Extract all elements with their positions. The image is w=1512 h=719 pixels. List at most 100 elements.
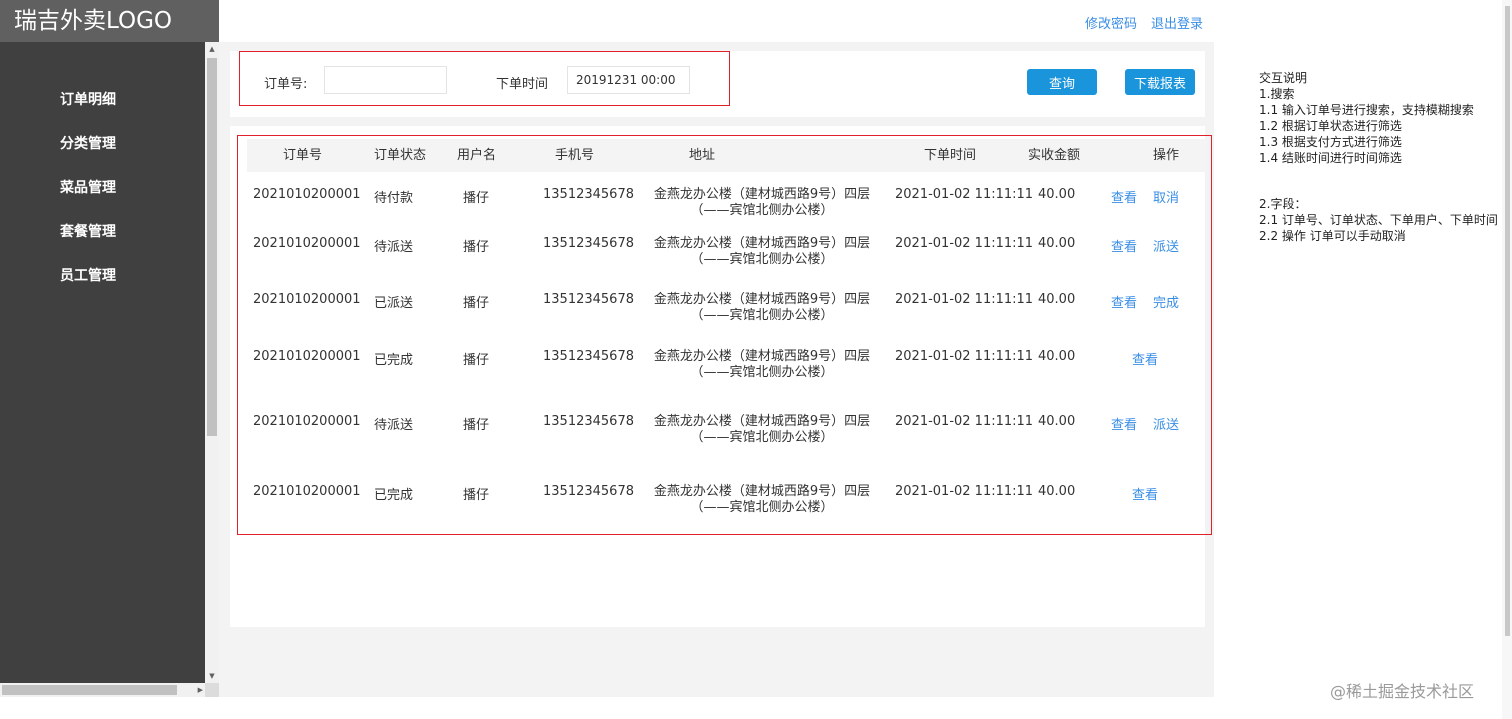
sidebar-nav: 订单明细 分类管理 菜品管理 套餐管理 员工管理 xyxy=(0,78,205,298)
note-line: 2.1 订单号、订单状态、下单用户、下单时间 xyxy=(1259,213,1498,227)
query-button[interactable]: 查询 xyxy=(1027,69,1097,95)
order-no-cell: 2021010200001 xyxy=(253,484,361,499)
address-cell: 金燕龙办公楼（建材城西路9号）四层 （——宾馆北侧办公楼） xyxy=(647,414,877,446)
dispatch-link[interactable]: 派送 xyxy=(1153,236,1179,255)
header: 修改密码 退出登录 xyxy=(219,0,1214,42)
phone-cell: 13512345678 xyxy=(543,187,634,202)
status-cell: 已完成 xyxy=(374,353,414,368)
order-no-cell: 2021010200001 xyxy=(253,414,361,429)
view-link[interactable]: 查看 xyxy=(1132,484,1158,503)
app-logo: 瑞吉外卖LOGO xyxy=(0,0,219,42)
main-content: 订单号: 下单时间 查询 下载报表 订单号 订单状态 用户名 手机号 地址 下单… xyxy=(219,42,1214,697)
column-header: 用户名 xyxy=(457,148,497,163)
order-table-panel: 订单号 订单状态 用户名 手机号 地址 下单时间 实收金额 操作 2021010… xyxy=(230,126,1212,627)
view-link[interactable]: 查看 xyxy=(1111,187,1137,206)
order-no-cell: 2021010200001 xyxy=(253,236,361,251)
user-cell: 播仔 xyxy=(463,191,490,206)
amount-cell: 40.00 xyxy=(1038,236,1076,251)
address-line: （——宾馆北侧办公楼） xyxy=(690,430,834,445)
download-report-button[interactable]: 下载报表 xyxy=(1125,69,1195,95)
status-cell: 待派送 xyxy=(374,240,414,255)
address-line: 金燕龙办公楼（建材城西路9号）四层 xyxy=(653,187,871,202)
sidebar-item-order-detail[interactable]: 订单明细 xyxy=(0,78,205,122)
user-cell: 播仔 xyxy=(463,296,490,311)
column-header: 订单状态 xyxy=(374,148,427,163)
address-line: 金燕龙办公楼（建材城西路9号）四层 xyxy=(653,236,871,251)
column-header: 手机号 xyxy=(555,148,595,163)
order-no-label: 订单号: xyxy=(264,77,308,92)
note-line: 1.2 根据订单状态进行筛选 xyxy=(1259,119,1402,133)
order-time-input[interactable] xyxy=(567,66,690,94)
address-cell: 金燕龙办公楼（建材城西路9号）四层 （——宾馆北侧办公楼） xyxy=(647,484,877,516)
amount-cell: 40.00 xyxy=(1038,349,1076,364)
address-cell: 金燕龙办公楼（建材城西路9号）四层 （——宾馆北侧办公楼） xyxy=(647,349,877,381)
view-link[interactable]: 查看 xyxy=(1111,414,1137,433)
cancel-link[interactable]: 取消 xyxy=(1153,187,1179,206)
order-no-cell: 2021010200001 xyxy=(253,349,361,364)
note-line: 2.字段： xyxy=(1259,197,1307,211)
column-header: 操作 xyxy=(1153,148,1180,163)
scroll-corner xyxy=(205,683,219,697)
sidebar-item-dish[interactable]: 菜品管理 xyxy=(0,166,205,210)
search-panel: 订单号: 下单时间 查询 下载报表 xyxy=(230,51,1205,117)
page-scrollbar[interactable] xyxy=(1502,0,1512,719)
dispatch-link[interactable]: 派送 xyxy=(1153,414,1179,433)
order-time-label: 下单时间 xyxy=(496,77,549,92)
address-cell: 金燕龙办公楼（建材城西路9号）四层 （——宾馆北侧办公楼） xyxy=(647,187,877,219)
address-line: （——宾馆北侧办公楼） xyxy=(690,203,834,218)
note-line: 1.3 根据支付方式进行筛选 xyxy=(1259,135,1402,149)
view-link[interactable]: 查看 xyxy=(1111,236,1137,255)
address-line: 金燕龙办公楼（建材城西路9号）四层 xyxy=(653,349,871,364)
time-cell: 2021-01-02 11:11:11 xyxy=(895,349,1034,364)
horizontal-scrollbar[interactable]: ▶ xyxy=(0,683,205,697)
sidebar: 瑞吉外卖LOGO 订单明细 分类管理 菜品管理 套餐管理 员工管理 xyxy=(0,0,219,697)
change-password-link[interactable]: 修改密码 xyxy=(1085,13,1137,32)
sidebar-item-employee[interactable]: 员工管理 xyxy=(0,254,205,298)
column-header: 实收金额 xyxy=(1028,148,1081,163)
status-cell: 已派送 xyxy=(374,296,414,311)
scrollbar-thumb[interactable] xyxy=(2,685,177,695)
status-cell: 待派送 xyxy=(374,418,414,433)
view-link[interactable]: 查看 xyxy=(1132,349,1158,368)
time-cell: 2021-01-02 11:11:11 xyxy=(895,236,1034,251)
note-line: 2.2 操作 订单可以手动取消 xyxy=(1259,229,1406,243)
status-cell: 待付款 xyxy=(374,191,414,206)
scroll-down-arrow-icon[interactable]: ▼ xyxy=(205,669,219,683)
amount-cell: 40.00 xyxy=(1038,484,1076,499)
column-header: 下单时间 xyxy=(924,148,977,163)
complete-link[interactable]: 完成 xyxy=(1153,292,1179,311)
note-line: 交互说明 xyxy=(1259,71,1308,85)
sidebar-item-category[interactable]: 分类管理 xyxy=(0,122,205,166)
phone-cell: 13512345678 xyxy=(543,292,634,307)
note-spacer xyxy=(1259,166,1512,196)
user-cell: 播仔 xyxy=(463,240,490,255)
address-line: （——宾馆北侧办公楼） xyxy=(690,308,834,323)
note-line: 1.1 输入订单号进行搜索，支持模糊搜索 xyxy=(1259,103,1474,117)
phone-cell: 13512345678 xyxy=(543,236,634,251)
user-cell: 播仔 xyxy=(463,353,490,368)
address-cell: 金燕龙办公楼（建材城西路9号）四层 （——宾馆北侧办公楼） xyxy=(647,236,877,268)
amount-cell: 40.00 xyxy=(1038,292,1076,307)
table-header: 订单号 订单状态 用户名 手机号 地址 下单时间 实收金额 操作 xyxy=(247,139,1207,172)
scroll-up-arrow-icon[interactable]: ▲ xyxy=(205,42,219,56)
scrollbar-thumb[interactable] xyxy=(1505,6,1510,636)
view-link[interactable]: 查看 xyxy=(1111,292,1137,311)
user-cell: 播仔 xyxy=(463,488,490,503)
address-line: （——宾馆北侧办公楼） xyxy=(690,252,834,267)
address-line: 金燕龙办公楼（建材城西路9号）四层 xyxy=(653,292,871,307)
interaction-notes: 交互说明 1.搜索 1.1 输入订单号进行搜索，支持模糊搜索 1.2 根据订单状… xyxy=(1259,70,1512,244)
sidebar-item-combo[interactable]: 套餐管理 xyxy=(0,210,205,254)
vertical-scrollbar[interactable]: ▲ ▼ xyxy=(205,42,219,683)
note-line: 1.搜索 xyxy=(1259,87,1295,101)
phone-cell: 13512345678 xyxy=(543,349,634,364)
order-no-input[interactable] xyxy=(324,66,447,94)
phone-cell: 13512345678 xyxy=(543,414,634,429)
watermark: @稀土掘金技术社区 xyxy=(1330,682,1475,701)
logout-link[interactable]: 退出登录 xyxy=(1151,13,1203,32)
time-cell: 2021-01-02 11:11:11 xyxy=(895,292,1034,307)
user-cell: 播仔 xyxy=(463,418,490,433)
scrollbar-thumb[interactable] xyxy=(207,58,217,436)
address-line: （——宾馆北侧办公楼） xyxy=(690,365,834,380)
scroll-right-arrow-icon[interactable]: ▶ xyxy=(198,683,203,697)
time-cell: 2021-01-02 11:11:11 xyxy=(895,187,1034,202)
